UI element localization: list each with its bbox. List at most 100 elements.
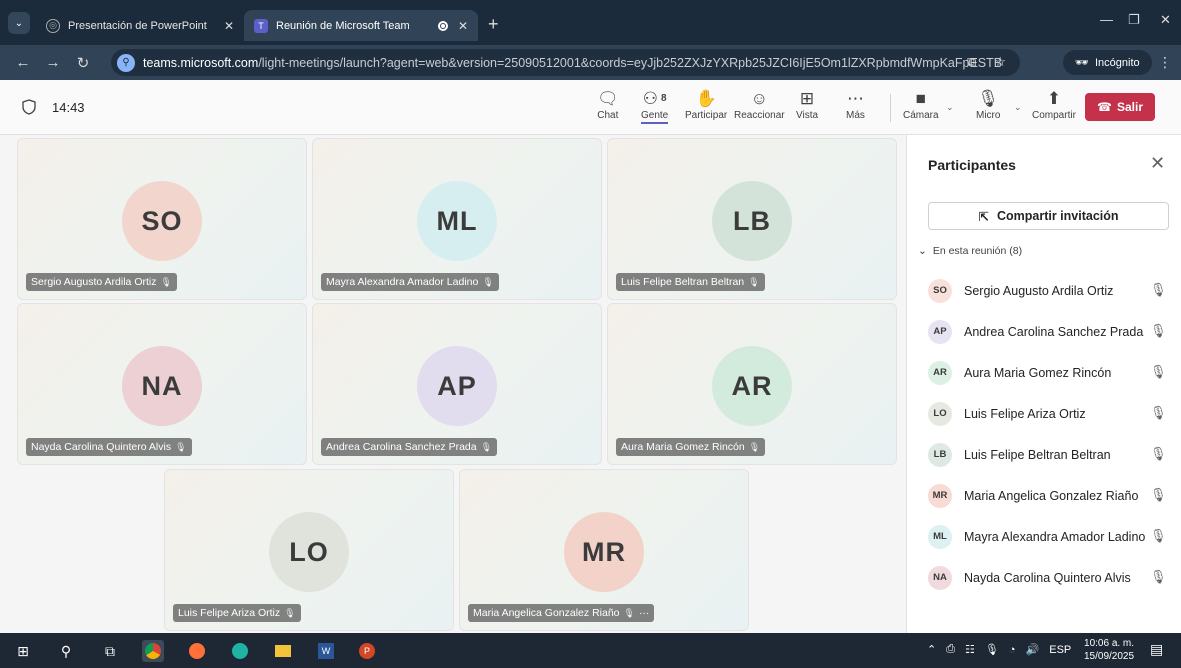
mic-off-icon: 🎙 — [482, 276, 494, 287]
incognito-badge[interactable]: 🕶 Incógnito — [1063, 50, 1152, 75]
mic-off-icon: 🎙 — [623, 607, 635, 618]
participant-tile[interactable]: MR Maria Angelica Gonzalez Riaño 🎙 ··· — [459, 469, 749, 631]
browser-tabstrip: ⌄ ◎ Presentación de PowerPoint ✕ T Reuni… — [0, 0, 1181, 45]
in-meeting-section-header[interactable]: ⌄ En esta reunión (8) — [918, 245, 1022, 257]
new-tab-button[interactable]: + — [488, 14, 499, 35]
camera-button[interactable]: ■ Cámara — [903, 88, 939, 121]
participant-row[interactable]: AR Aura Maria Gomez Rincón 🎙 — [907, 352, 1181, 393]
app-tray-icon[interactable]: ⎙ — [946, 643, 955, 656]
mic-off-icon: 🎙 — [1150, 487, 1167, 502]
raise-hand-button[interactable]: ✋ Participar — [685, 88, 727, 121]
site-info-icon[interactable]: ⚲ — [117, 53, 135, 72]
forward-icon[interactable]: → — [38, 54, 68, 71]
participant-avatar: ML — [928, 524, 952, 549]
participant-name: Luis Felipe Beltran Beltran — [964, 447, 1111, 462]
file-explorer-icon[interactable] — [272, 640, 294, 662]
view-button[interactable]: ⊞ Vista — [796, 88, 818, 121]
clock-time: 10:06 a. m. — [1084, 638, 1135, 649]
participant-tile[interactable]: AR Aura Maria Gomez Rincón 🎙 — [607, 303, 897, 465]
avatar: MR — [564, 512, 644, 592]
participant-row[interactable]: NA Nayda Carolina Quintero Alvis 🎙 — [907, 557, 1181, 598]
mic-tray-icon[interactable]: 🎙 — [985, 643, 999, 656]
mic-off-icon: 🎙 — [1150, 405, 1167, 420]
restore-icon[interactable]: ❐ — [1128, 12, 1140, 28]
participant-tile[interactable]: SO Sergio Augusto Ardila Ortiz 🎙 — [17, 138, 307, 300]
participant-avatar: AP — [928, 319, 952, 344]
share-invite-button[interactable]: ⇱ Compartir invitación — [928, 202, 1169, 230]
url-path: /light-meetings/launch?agent=web&version… — [258, 55, 1003, 70]
participant-tile[interactable]: LB Luis Felipe Beltran Beltran 🎙 — [607, 138, 897, 300]
translate-icon[interactable]: ⧉ — [967, 54, 976, 70]
close-tab-icon[interactable]: ✕ — [458, 19, 468, 33]
meeting-toolbar: 14:43 🗨 Chat ⚇ 8 Gente ✋ Participar ☺ Rea… — [0, 80, 1181, 135]
participant-tile[interactable]: LO Luis Felipe Ariza Ortiz 🎙 — [164, 469, 454, 631]
url-input[interactable]: ⚲ teams.microsoft.com/light-meetings/lau… — [111, 49, 1020, 76]
taskbar-clock[interactable]: 10:06 a. m. 15/09/2025 — [1084, 637, 1134, 663]
participant-row[interactable]: LO Luis Felipe Ariza Ortiz 🎙 — [907, 393, 1181, 434]
windows-start-icon[interactable]: ⊞ — [12, 640, 34, 662]
mic-off-icon: 🎙 — [284, 607, 296, 618]
more-icon: ⋯ — [846, 89, 864, 108]
chevron-up-icon[interactable]: ⌃ — [927, 643, 936, 656]
tile-more-options-icon[interactable]: ··· — [639, 607, 650, 619]
edge-icon[interactable] — [229, 640, 251, 662]
react-label: Reaccionar — [734, 110, 785, 121]
participant-row[interactable]: LB Luis Felipe Beltran Beltran 🎙 — [907, 434, 1181, 475]
tab-search-button[interactable]: ⌄ — [8, 12, 30, 34]
name-tag: Sergio Augusto Ardila Ortiz 🎙 — [26, 273, 177, 291]
task-view-icon[interactable]: ⧉ — [99, 640, 121, 662]
reload-icon[interactable]: ↻ — [68, 54, 98, 72]
react-button[interactable]: ☺ Reaccionar — [734, 88, 785, 121]
recording-icon — [437, 20, 448, 31]
raise-hand-icon: ✋ — [695, 89, 717, 108]
volume-icon[interactable]: 🔊 — [1026, 643, 1040, 656]
participant-tile[interactable]: AP Andrea Carolina Sanchez Prada 🎙 — [312, 303, 602, 465]
chrome-icon[interactable] — [142, 640, 164, 662]
video-stage: SO Sergio Augusto Ardila Ortiz 🎙 ML Mayra… — [0, 135, 906, 633]
participant-row[interactable]: AP Andrea Carolina Sanchez Prada 🎙 — [907, 311, 1181, 352]
share-button[interactable]: ⬆ Compartir — [1032, 88, 1076, 121]
powerpoint-icon[interactable]: P — [356, 640, 378, 662]
word-icon[interactable]: W — [315, 640, 337, 662]
mic-off-icon: 🎙 — [748, 276, 760, 287]
camera-options-chevron-icon[interactable]: ⌄ — [946, 102, 954, 113]
camera-off-icon: ■ — [915, 89, 926, 108]
chat-button[interactable]: 🗨 Chat — [597, 88, 619, 121]
mic-button[interactable]: 🎙 Micro — [976, 88, 1000, 121]
share-label: Compartir — [1032, 110, 1076, 121]
notification-icon[interactable]: ▤ — [1150, 641, 1163, 658]
address-bar: ← → ↻ ⚲ teams.microsoft.com/light-meetin… — [0, 45, 1181, 80]
tab-powerpoint[interactable]: ◎ Presentación de PowerPoint ✕ — [36, 10, 244, 41]
back-icon[interactable]: ← — [8, 54, 38, 71]
participant-row[interactable]: SO Sergio Augusto Ardila Ortiz 🎙 — [907, 270, 1181, 311]
minimize-icon[interactable]: — — [1100, 12, 1113, 27]
share-invite-label: Compartir invitación — [996, 209, 1119, 223]
participant-tile[interactable]: NA Nayda Carolina Quintero Alvis 🎙 — [17, 303, 307, 465]
browser-menu-icon[interactable]: ⋮ — [1158, 54, 1172, 71]
participants-pane: Participantes ✕ ⇱ Compartir invitación ⌄… — [906, 135, 1181, 633]
more-label: Más — [846, 110, 865, 121]
wifi-icon[interactable]: ◔ — [1009, 644, 1016, 656]
participant-tile[interactable]: ML Mayra Alexandra Amador Ladino 🎙 — [312, 138, 602, 300]
leave-button[interactable]: ☎ Salir — [1085, 93, 1155, 121]
participant-row[interactable]: MR Maria Angelica Gonzalez Riaño 🎙 — [907, 475, 1181, 516]
more-button[interactable]: ⋯ Más — [846, 88, 865, 121]
search-icon[interactable]: ⚲ — [55, 640, 77, 662]
firefox-icon[interactable] — [186, 640, 208, 662]
participant-list: SO Sergio Augusto Ardila Ortiz 🎙 AP Andrea C… — [907, 270, 1181, 598]
mic-off-icon: 🎙 — [1150, 282, 1167, 297]
bookmark-star-icon[interactable]: ☆ — [994, 54, 1006, 70]
close-icon[interactable]: ✕ — [1150, 153, 1165, 174]
mic-options-chevron-icon[interactable]: ⌄ — [1014, 102, 1022, 113]
avatar: LO — [269, 512, 349, 592]
participant-avatar: SO — [928, 278, 952, 303]
tab-teams-meeting[interactable]: T Reunión de Microsoft Team ✕ — [244, 10, 478, 41]
participant-avatar: LO — [928, 401, 952, 426]
close-window-icon[interactable]: ✕ — [1160, 12, 1171, 28]
participant-row[interactable]: ML Mayra Alexandra Amador Ladino 🎙 — [907, 516, 1181, 557]
network-icon[interactable]: ☷ — [965, 643, 975, 656]
input-language[interactable]: ESP — [1049, 644, 1071, 656]
people-button[interactable]: ⚇ 8 Gente — [641, 88, 669, 124]
close-tab-icon[interactable]: ✕ — [224, 19, 234, 33]
clock-date: 15/09/2025 — [1084, 651, 1135, 662]
